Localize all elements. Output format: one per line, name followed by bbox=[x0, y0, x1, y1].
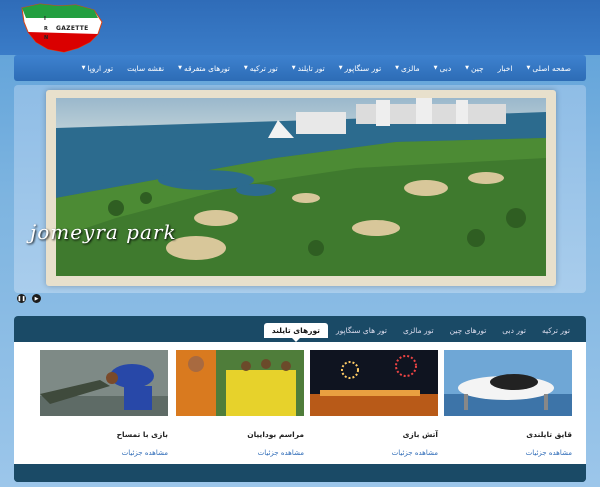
tab-panel: قایق تایلندی مشاهده جزئیات آتش بازی مشاه… bbox=[14, 342, 586, 464]
card-more-link[interactable]: مشاهده جزئیات bbox=[40, 449, 168, 457]
futuristic-boat-image bbox=[444, 350, 572, 416]
site-header: GAZETTE I R N bbox=[0, 0, 600, 55]
nav-item-label: صفحه اصلی bbox=[532, 63, 571, 73]
nav-item-label: نقشه سایت bbox=[127, 63, 165, 73]
nav-item-label: تور سنگاپور bbox=[344, 63, 382, 73]
card-title[interactable]: قایق تایلندی bbox=[444, 430, 572, 439]
nav-item-label: اخبار bbox=[497, 63, 513, 73]
play-icon[interactable]: ▶ bbox=[32, 294, 41, 303]
card-title[interactable]: بازی با تمساح bbox=[40, 430, 168, 439]
nav-item-label: چین bbox=[471, 63, 484, 73]
card-buddhist[interactable]: مراسم بوداییان مشاهده جزئیات bbox=[176, 350, 304, 457]
nav-item-3[interactable]: ▼ دبی bbox=[427, 64, 459, 73]
tab-1[interactable]: تور دبی bbox=[494, 323, 534, 338]
card-image-fireworks[interactable] bbox=[310, 350, 438, 416]
card-boat[interactable]: قایق تایلندی مشاهده جزئیات bbox=[444, 350, 572, 457]
card-crocodile[interactable]: بازی با تمساح مشاهده جزئیات bbox=[40, 350, 168, 457]
fireworks-image bbox=[310, 350, 438, 416]
card-more-link[interactable]: مشاهده جزئیات bbox=[176, 449, 304, 457]
nav-item-label: تور تایلند bbox=[297, 63, 325, 73]
slide-caption: jomeyra park bbox=[30, 220, 177, 244]
nav-item-10[interactable]: ▼ تور اروپا bbox=[75, 64, 121, 73]
logo-letter-1: I bbox=[44, 16, 46, 22]
chevron-down-icon: ▼ bbox=[178, 65, 182, 71]
nav-item-label: مالزی bbox=[401, 63, 420, 73]
card-image-boat[interactable] bbox=[444, 350, 572, 416]
tab-box-footer bbox=[14, 464, 586, 482]
image-slider bbox=[14, 85, 586, 293]
card-image-crocodile[interactable] bbox=[40, 350, 168, 416]
nav-item-8[interactable]: ▼ تورهای متفرقه bbox=[171, 64, 237, 73]
chevron-down-icon: ▼ bbox=[526, 65, 531, 71]
chevron-down-icon: ▼ bbox=[465, 65, 470, 71]
site-logo[interactable]: GAZETTE I R N bbox=[18, 2, 108, 54]
slide-frame bbox=[46, 90, 556, 286]
park-aerial-image bbox=[56, 98, 546, 276]
card-more-link[interactable]: مشاهده جزئیات bbox=[444, 449, 572, 457]
tab-3[interactable]: تور مالزی bbox=[395, 323, 442, 338]
tab-2[interactable]: تورهای چین bbox=[442, 323, 495, 338]
nav-item-label: دبی bbox=[439, 63, 452, 73]
nav-item-6[interactable]: ▼ تور تایلند bbox=[285, 64, 332, 73]
pause-icon[interactable]: ❚❚ bbox=[17, 294, 26, 303]
crocodile-show-image bbox=[40, 350, 168, 416]
chevron-down-icon: ▼ bbox=[338, 65, 343, 71]
chevron-down-icon: ▼ bbox=[291, 65, 296, 71]
chevron-down-icon: ▼ bbox=[395, 65, 400, 71]
nav-item-7[interactable]: ▼ تور ترکیه bbox=[237, 64, 285, 73]
slide-image bbox=[56, 98, 546, 276]
card-title[interactable]: مراسم بوداییان bbox=[176, 430, 304, 439]
nav-item-label: تور ترکیه bbox=[249, 63, 278, 73]
nav-item-0[interactable]: ▼ صفحه اصلی bbox=[520, 64, 578, 73]
logo-letter-2: R bbox=[44, 26, 48, 32]
nav-item-2[interactable]: ▼ چین bbox=[458, 64, 490, 73]
nav-item-9[interactable]: نقشه سایت bbox=[120, 64, 171, 73]
main-navbar: ▼ صفحه اصلی اخبار ▼ چین ▼ دبی ▼ مالزی ▼ تور سنگاپو… bbox=[14, 55, 586, 81]
tab-5[interactable]: تورهای تایلند bbox=[263, 322, 328, 342]
tours-tabs: تور ترکیه تور دبی تورهای چین تور مالزی تور ه… bbox=[263, 320, 578, 342]
logo-letter-3: N bbox=[44, 35, 49, 41]
nav-item-1[interactable]: اخبار bbox=[491, 64, 520, 73]
nav-item-label: تورهای متفرقه bbox=[183, 63, 230, 73]
chevron-down-icon: ▼ bbox=[243, 65, 248, 71]
nav-item-label: تور اروپا bbox=[87, 63, 114, 73]
buddhist-ceremony-image bbox=[176, 350, 304, 416]
card-image-buddhist[interactable] bbox=[176, 350, 304, 416]
nav-item-5[interactable]: ▼ تور سنگاپور bbox=[332, 64, 388, 73]
chevron-down-icon: ▼ bbox=[81, 65, 86, 71]
card-more-link[interactable]: مشاهده جزئیات bbox=[310, 449, 438, 457]
slider-controls: ❚❚ ▶ bbox=[17, 294, 41, 303]
chevron-down-icon: ▼ bbox=[433, 65, 438, 71]
card-fireworks[interactable]: آتش بازی مشاهده جزئیات bbox=[310, 350, 438, 457]
tab-4[interactable]: تور های سنگاپور bbox=[328, 323, 395, 338]
card-title[interactable]: آتش بازی bbox=[310, 430, 438, 439]
logo-wordmark: GAZETTE bbox=[56, 25, 89, 32]
nav-item-4[interactable]: ▼ مالزی bbox=[388, 64, 426, 73]
tab-0[interactable]: تور ترکیه bbox=[534, 323, 578, 338]
